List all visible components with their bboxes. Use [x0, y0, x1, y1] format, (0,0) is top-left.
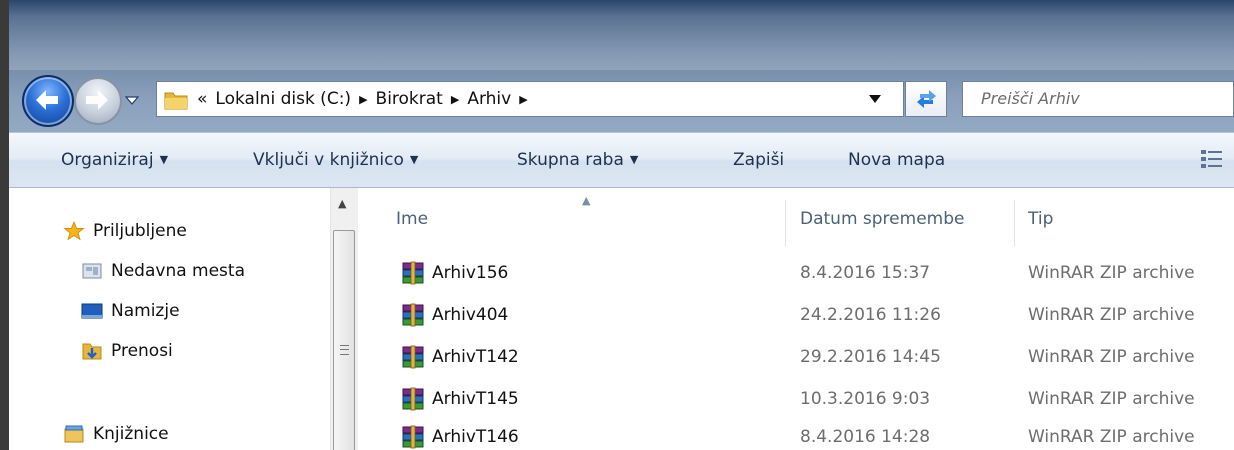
file-type: WinRAR ZIP archive — [1028, 263, 1195, 283]
winrar-archive-icon — [402, 303, 424, 327]
column-header-type[interactable]: Tip — [1028, 188, 1053, 246]
file-date: 24.2.2016 11:26 — [800, 305, 941, 325]
winrar-archive-icon — [402, 425, 424, 449]
file-name-cell[interactable]: Arhiv404 — [400, 294, 508, 336]
new-folder-label: Nova mapa — [848, 150, 946, 170]
libraries-icon — [64, 425, 84, 443]
nav-item-downloads[interactable]: Prenosi — [81, 341, 173, 361]
share-label: Skupna raba — [517, 150, 624, 170]
burn-label: Zapiši — [733, 150, 785, 170]
nav-item-desktop[interactable]: Namizje — [81, 301, 180, 321]
include-in-library-button[interactable]: Vključi v knjižnico ▼ — [253, 133, 418, 189]
sort-ascending-icon: ▲ — [582, 194, 591, 207]
file-name: ArhivT146 — [432, 427, 519, 447]
breadcrumb-item-birokrat[interactable]: Birokrat — [376, 89, 443, 109]
nav-item-favorites[interactable]: Priljubljene — [63, 221, 187, 241]
file-name-cell[interactable]: ArhivT145 — [400, 378, 519, 420]
nav-item-recent-places[interactable]: Nedavna mesta — [81, 261, 245, 281]
command-bar: Organiziraj ▼ Vključi v knjižnico ▼ Skupna… — [9, 132, 1234, 188]
recent-places-icon — [82, 263, 102, 279]
nav-item-label: Nedavna mesta — [111, 261, 245, 281]
winrar-archive-icon — [402, 387, 424, 411]
column-divider[interactable] — [785, 200, 786, 246]
file-name-cell[interactable]: ArhivT142 — [400, 336, 519, 378]
file-date: 29.2.2016 14:45 — [800, 347, 941, 367]
downloads-icon — [82, 343, 102, 360]
search-input[interactable]: Preišči Arhiv — [962, 81, 1234, 117]
star-icon — [63, 221, 85, 241]
scroll-thumb[interactable] — [333, 230, 355, 450]
organize-button[interactable]: Organiziraj ▼ — [61, 133, 168, 189]
file-name-cell[interactable]: ArhivT146 — [400, 416, 519, 450]
back-arrow-icon — [36, 90, 58, 110]
file-name: Arhiv404 — [432, 305, 509, 325]
explorer-window: « Lokalni disk (C:) ▶ Birokrat ▶ Arhiv ▶… — [0, 0, 1234, 450]
include-library-label: Vključi v knjižnico — [253, 150, 404, 170]
nav-item-label: Priljubljene — [93, 221, 187, 241]
file-date: 10.3.2016 9:03 — [800, 389, 931, 409]
dropdown-arrow-icon: ▼ — [409, 153, 419, 166]
file-list: Ime ▲ Datum spremembe Tip Arhiv156 8.4.2… — [360, 188, 1234, 450]
forward-button[interactable] — [74, 77, 122, 125]
winrar-archive-icon — [402, 345, 424, 369]
file-type: WinRAR ZIP archive — [1028, 389, 1195, 409]
file-name-cell[interactable]: Arhiv156 — [400, 252, 508, 294]
navigation-pane-scrollbar[interactable]: ▲ — [330, 188, 358, 450]
breadcrumb-item-local-disk[interactable]: Lokalni disk (C:) — [215, 89, 351, 109]
winrar-archive-icon — [402, 261, 424, 285]
file-type: WinRAR ZIP archive — [1028, 347, 1195, 367]
share-button[interactable]: Skupna raba ▼ — [517, 133, 638, 189]
change-view-icon[interactable] — [1199, 147, 1225, 171]
table-row[interactable]: ArhivT145 10.3.2016 9:03 WinRAR ZIP arch… — [360, 378, 1234, 420]
burn-button[interactable]: Zapiši — [733, 133, 784, 187]
navigation-pane: Priljubljene Nedavna mesta Namizje Preno… — [9, 188, 359, 450]
breadcrumb-chevron-icon[interactable]: ▶ — [451, 93, 459, 106]
table-row[interactable]: ArhivT146 8.4.2016 14:28 WinRAR ZIP arch… — [360, 416, 1234, 450]
breadcrumb-chevron-icon[interactable]: ▶ — [519, 93, 527, 106]
table-row[interactable]: Arhiv156 8.4.2016 15:37 WinRAR ZIP archi… — [360, 252, 1234, 294]
file-date: 8.4.2016 15:37 — [800, 263, 931, 283]
column-header-name[interactable]: Ime — [396, 188, 428, 246]
recent-pages-dropdown-icon[interactable] — [125, 95, 139, 105]
desktop-icon — [81, 303, 103, 319]
back-button[interactable] — [22, 75, 74, 127]
column-divider[interactable] — [1014, 200, 1015, 246]
breadcrumb-overflow[interactable]: « — [197, 89, 207, 109]
nav-item-label: Namizje — [111, 301, 180, 321]
refresh-icon — [917, 90, 936, 108]
breadcrumb: « Lokalni disk (C:) ▶ Birokrat ▶ Arhiv ▶ — [197, 82, 536, 116]
nav-item-libraries[interactable]: Knjižnice — [63, 424, 169, 444]
table-row[interactable]: Arhiv404 24.2.2016 11:26 WinRAR ZIP arch… — [360, 294, 1234, 336]
table-row[interactable]: ArhivT142 29.2.2016 14:45 WinRAR ZIP arc… — [360, 336, 1234, 378]
nav-item-label: Knjižnice — [93, 424, 169, 444]
dropdown-arrow-icon: ▼ — [159, 153, 169, 166]
window-border — [0, 0, 9, 450]
file-name: ArhivT142 — [432, 347, 519, 367]
breadcrumb-item-arhiv[interactable]: Arhiv — [467, 89, 511, 109]
file-name: Arhiv156 — [432, 263, 509, 283]
file-type: WinRAR ZIP archive — [1028, 305, 1195, 325]
address-bar[interactable]: « Lokalni disk (C:) ▶ Birokrat ▶ Arhiv ▶ — [156, 81, 904, 117]
nav-item-label: Prenosi — [111, 341, 173, 361]
folder-icon — [164, 92, 188, 110]
file-name: ArhivT145 — [432, 389, 519, 409]
address-history-dropdown-icon[interactable] — [869, 95, 881, 103]
column-header-date[interactable]: Datum spremembe — [800, 188, 964, 246]
scroll-up-arrow-icon[interactable]: ▲ — [338, 197, 346, 210]
dropdown-arrow-icon: ▼ — [629, 153, 639, 166]
forward-arrow-icon — [86, 90, 108, 110]
breadcrumb-chevron-icon[interactable]: ▶ — [359, 93, 367, 106]
thumb-grip-icon — [340, 345, 349, 355]
new-folder-button[interactable]: Nova mapa — [848, 133, 945, 187]
search-placeholder: Preišči Arhiv — [981, 89, 1080, 108]
file-date: 8.4.2016 14:28 — [800, 427, 931, 447]
refresh-button[interactable] — [905, 81, 947, 117]
organize-label: Organiziraj — [61, 150, 154, 170]
file-type: WinRAR ZIP archive — [1028, 427, 1195, 447]
